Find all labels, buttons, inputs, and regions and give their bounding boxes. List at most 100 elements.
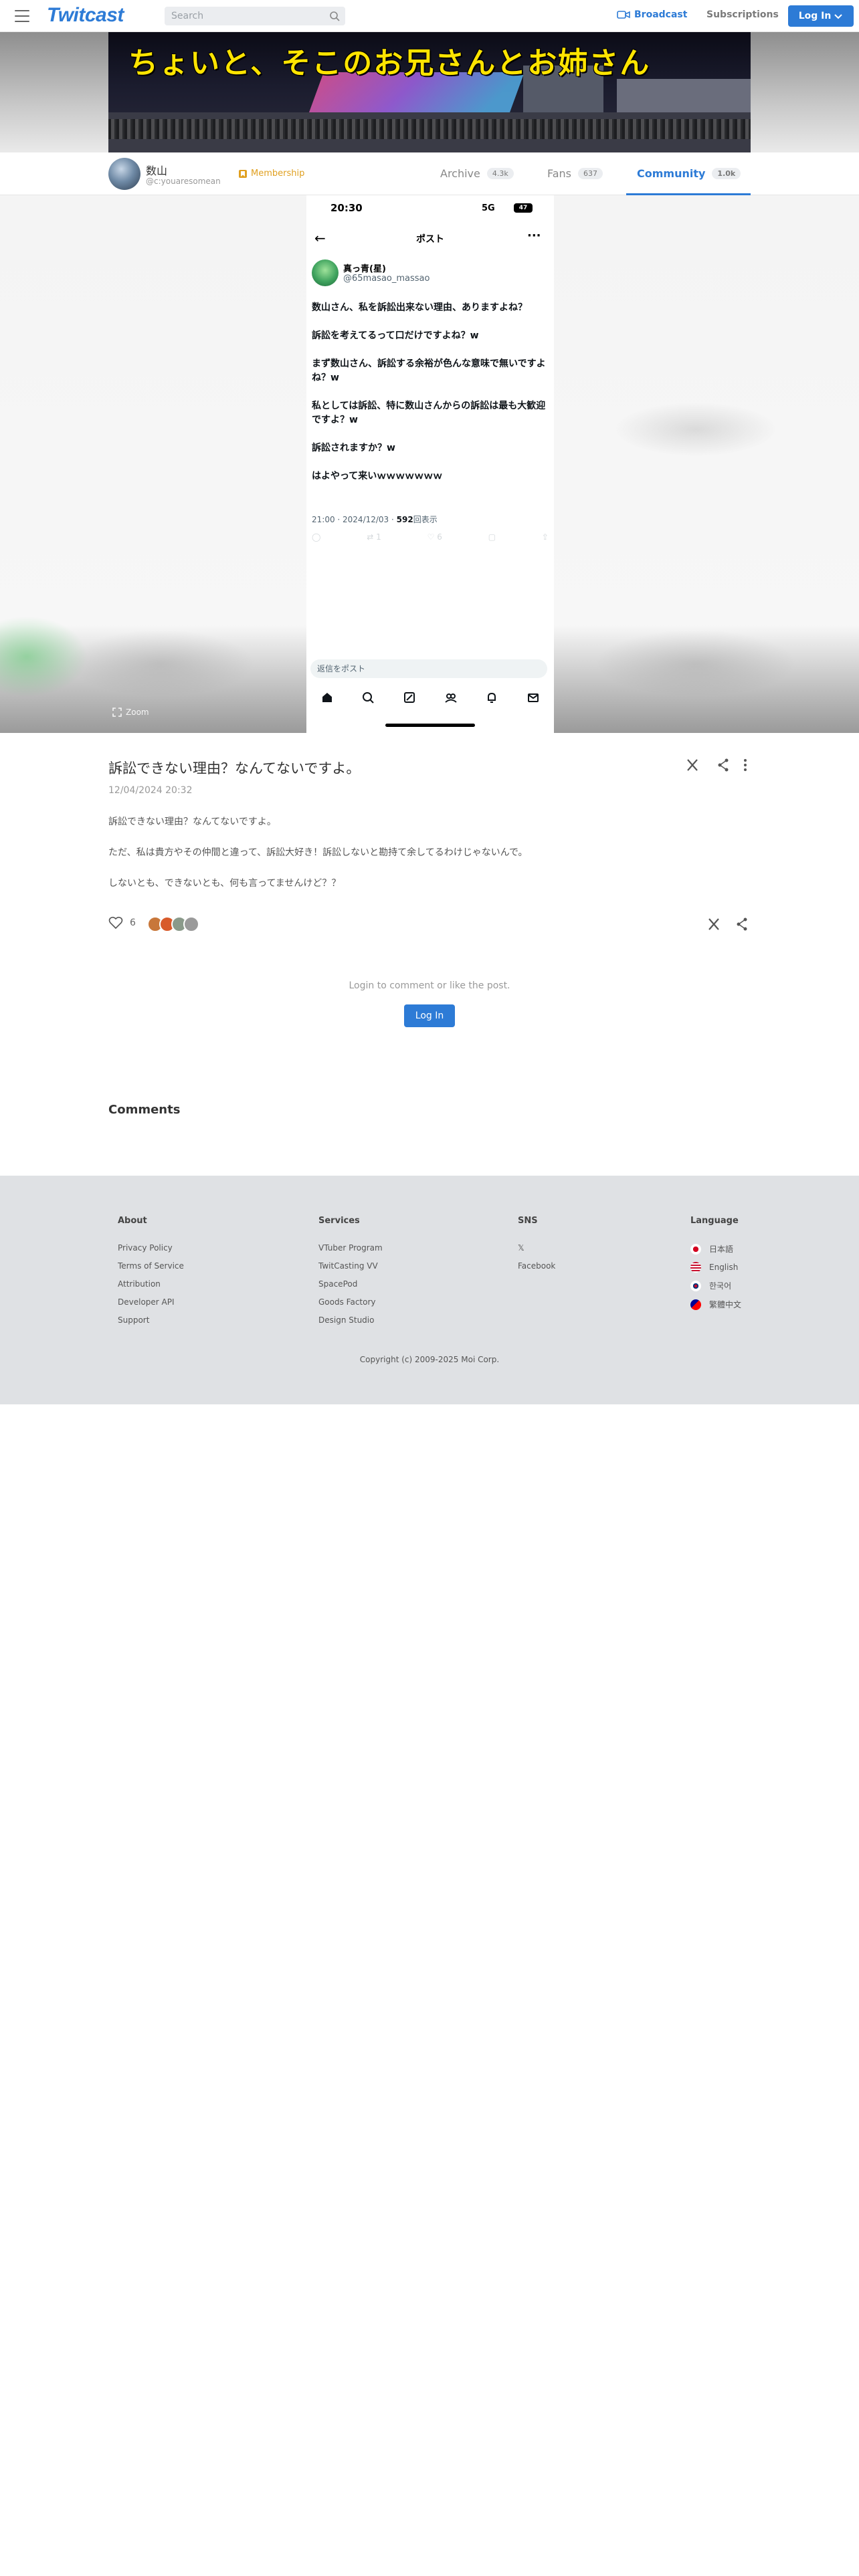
search-icon[interactable] xyxy=(329,11,340,21)
language-option-en[interactable]: English xyxy=(690,1262,741,1273)
reply-icon: ◯ xyxy=(312,532,321,542)
footer-heading: SNS xyxy=(518,1216,538,1226)
membership-link[interactable]: Membership xyxy=(238,169,304,179)
phone-tab-bar xyxy=(306,686,554,709)
footer-link-terms[interactable]: Terms of Service xyxy=(118,1261,184,1271)
tab-label: Archive xyxy=(440,167,480,180)
more-vertical-icon[interactable] xyxy=(744,759,747,771)
status-time: 20:30 xyxy=(330,202,363,214)
share-icon[interactable] xyxy=(718,758,729,772)
language-option-ja[interactable]: 日本語 xyxy=(690,1243,741,1255)
video-camera-icon xyxy=(617,11,630,19)
post-share-actions xyxy=(708,918,747,931)
home-icon xyxy=(322,693,332,702)
site-logo[interactable]: Twitcast xyxy=(47,4,124,27)
tweet-line: 私としては訴訟、特に数山さんからの訴訟は最も大歓迎ですよ？w xyxy=(312,401,546,425)
footer-link-spacepod[interactable]: SpacePod xyxy=(318,1279,383,1289)
taiwan-flag-icon xyxy=(690,1299,701,1310)
tweet-actions: ◯ ⇄ 1 ♡ 6 ▢ ⇪ xyxy=(312,532,549,544)
copyright: Copyright (c) 2009-2025 Moi Corp. xyxy=(359,1355,500,1364)
tweet-line: 数山さん、私を訴訟出来ない理由、ありますよね？ xyxy=(312,302,527,313)
tweet-reply-box: 返信をポスト xyxy=(310,659,547,678)
menu-icon[interactable] xyxy=(15,10,29,22)
japan-flag-icon xyxy=(690,1243,701,1255)
zoom-label: Zoom xyxy=(126,708,149,717)
x-share-icon[interactable] xyxy=(708,918,719,930)
post-body: 訴訟できない理由？なんてないですよ。 ただ、私は貴方やその仲間と違って、訴訟大好… xyxy=(108,815,751,907)
communities-icon xyxy=(445,693,457,703)
profile-name[interactable]: 数山 xyxy=(146,162,167,178)
liker-avatars[interactable] xyxy=(147,916,199,932)
footer-language: Language 日本語 English 한국어 繁體中文 xyxy=(690,1216,741,1317)
tab-community[interactable]: Community 1.0k xyxy=(637,167,741,180)
footer-services: Services VTuber Program TwitCasting VV S… xyxy=(318,1216,383,1333)
tweet-line: 訴訟されますか？w xyxy=(312,443,395,453)
login-button[interactable]: Log In xyxy=(404,1004,455,1027)
language-option-ko[interactable]: 한국어 xyxy=(690,1280,741,1291)
subscriptions-link[interactable]: Subscriptions xyxy=(706,9,779,20)
bell-icon xyxy=(488,692,496,703)
post-date: 12/04/2024 20:32 xyxy=(108,785,193,796)
avatar[interactable] xyxy=(108,158,140,190)
post-actions xyxy=(687,758,747,772)
korea-flag-icon xyxy=(690,1280,701,1291)
phone-status-bar: 20:30 5G 47 xyxy=(306,202,554,217)
search-icon xyxy=(363,692,375,704)
footer-link-developer-api[interactable]: Developer API xyxy=(118,1297,184,1307)
like-icon: ♡ 6 xyxy=(427,532,442,542)
share-icon[interactable] xyxy=(737,918,747,931)
footer-link-privacy[interactable]: Privacy Policy xyxy=(118,1243,184,1253)
retweet-icon: ⇄ 1 xyxy=(367,532,381,542)
login-prompt: Login to comment or like the post. xyxy=(349,980,510,991)
footer-link-vtuber[interactable]: VTuber Program xyxy=(318,1243,383,1253)
footer-link-facebook[interactable]: Facebook xyxy=(518,1261,555,1271)
heart-icon xyxy=(108,916,123,930)
zoom-button[interactable]: Zoom xyxy=(112,708,149,717)
tab-label: Community xyxy=(637,167,706,180)
tweet-line: 訴訟を考えてるって口だけですよね？w xyxy=(312,330,479,341)
broadcast-button[interactable]: Broadcast xyxy=(617,9,687,20)
top-bar: Twitcast Broadcast Subscriptions Log In xyxy=(0,0,859,32)
footer-link-design-studio[interactable]: Design Studio xyxy=(318,1315,383,1325)
x-share-icon[interactable] xyxy=(687,759,698,771)
banner-crowd xyxy=(108,119,751,139)
tab-archive[interactable]: Archive 4.3k xyxy=(440,167,514,180)
footer-about: About Privacy Policy Terms of Service At… xyxy=(118,1216,184,1333)
footer-heading: About xyxy=(118,1216,147,1226)
footer-sns: SNS 𝕏 Facebook xyxy=(518,1216,555,1279)
search-input[interactable] xyxy=(171,11,318,21)
tab-count-badge: 1.0k xyxy=(712,168,741,179)
chevron-down-icon xyxy=(834,14,843,19)
tab-fans[interactable]: Fans 637 xyxy=(547,167,603,180)
avatar xyxy=(183,916,199,932)
comments-heading: Comments xyxy=(108,1103,181,1117)
language-label: English xyxy=(709,1263,739,1272)
post-title: 訴訟できない理由？なんてないですよ。 xyxy=(108,760,361,776)
us-flag-icon xyxy=(690,1262,701,1273)
share-icon: ⇪ xyxy=(541,532,549,542)
phone-home-indicator xyxy=(385,724,475,727)
like-button[interactable]: 6 xyxy=(108,916,136,930)
tweet-views-label: 回表示 xyxy=(413,515,438,524)
post-image-screenshot[interactable]: 20:30 5G 47 ← ポスト ··· 真っ青(星) @65masao_ma… xyxy=(306,195,554,733)
tab-count-badge: 637 xyxy=(578,168,603,179)
broadcast-label: Broadcast xyxy=(634,9,688,20)
language-option-zh-tw[interactable]: 繁體中文 xyxy=(690,1299,741,1310)
profile-bar: 数山 @c:youaresomean Membership Archive 4.… xyxy=(0,152,859,195)
profile-handle: @c:youaresomean xyxy=(146,177,221,186)
footer-link-goods-factory[interactable]: Goods Factory xyxy=(318,1297,383,1307)
login-label: Log In xyxy=(798,11,832,21)
tweet-meta: 21:00 · 2024/12/03 · 592回表示 xyxy=(312,514,438,525)
tab-label: Fans xyxy=(547,167,572,180)
footer-link-twitcasting-vv[interactable]: TwitCasting VV xyxy=(318,1261,383,1271)
bookmark-icon xyxy=(239,169,247,178)
footer-link-support[interactable]: Support xyxy=(118,1315,184,1325)
bookmark-icon: ▢ xyxy=(488,532,496,542)
banner-title: ちょいと、そこのお兄さんとお姉さん xyxy=(128,46,651,80)
footer-link-x[interactable]: 𝕏 xyxy=(518,1243,555,1253)
login-button[interactable]: Log In xyxy=(788,5,854,27)
footer-link-attribution[interactable]: Attribution xyxy=(118,1279,184,1289)
footer-heading: Services xyxy=(318,1216,360,1226)
grok-icon xyxy=(404,692,415,703)
search-box[interactable] xyxy=(165,7,345,25)
